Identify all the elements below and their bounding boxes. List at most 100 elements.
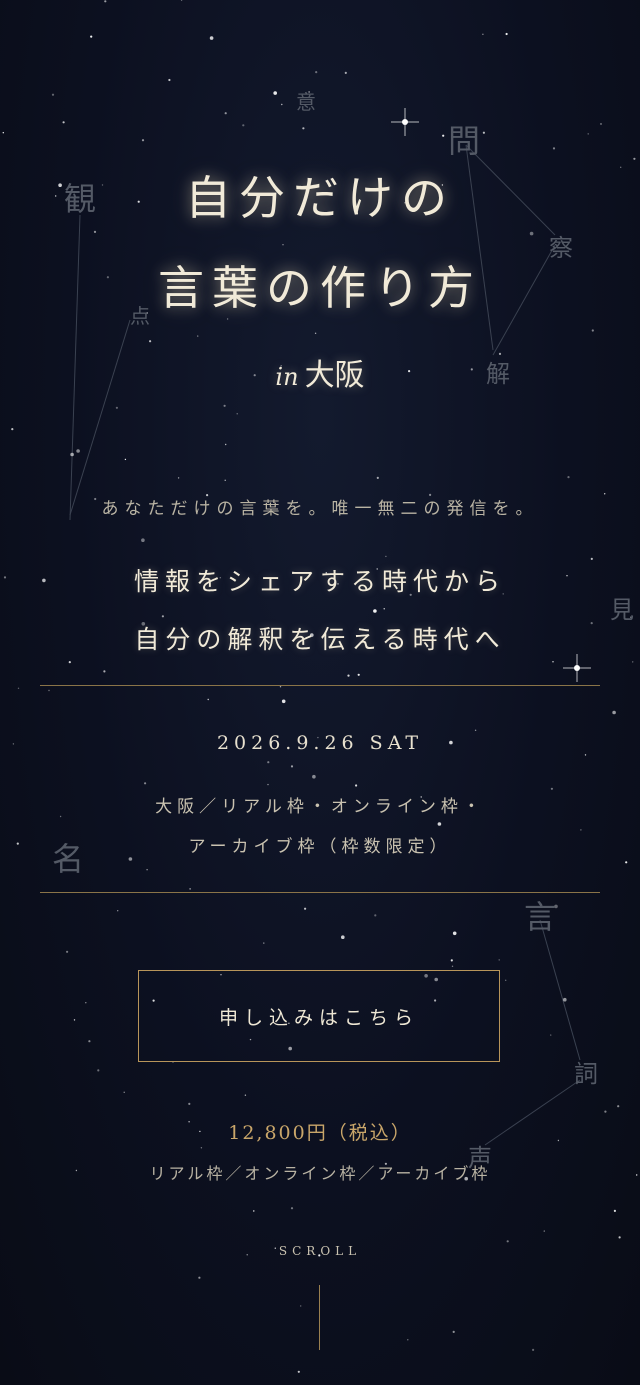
star [315,71,318,74]
star [17,687,20,689]
star [62,121,65,124]
star [124,458,127,461]
star [617,1105,620,1108]
star [90,35,93,38]
star [505,979,507,981]
star [587,133,589,135]
sparkle-star-2 [563,654,591,682]
star [374,914,377,917]
star [498,959,500,961]
star [584,754,587,756]
star [385,555,387,558]
star [11,428,14,431]
event-date: 2026.9.26 SAT [216,732,424,754]
price-note: リアル枠／オンライン枠／アーカイブ枠 [149,1164,491,1183]
star [600,123,602,125]
star [482,131,485,134]
star [141,139,145,142]
star [450,959,453,962]
star [141,538,145,542]
star [2,132,4,134]
star [73,1019,76,1021]
hero-title-line-2: 言葉の作り方 [158,261,482,315]
star [279,686,282,688]
star [355,784,358,787]
star [207,698,209,701]
star [314,332,317,334]
star [437,822,442,826]
star [188,1102,191,1105]
apply-button-label: 申し込みはこちら [218,1006,419,1029]
star [532,1348,535,1351]
star [117,910,119,912]
star [376,476,379,479]
star [633,157,636,160]
star [550,1034,552,1036]
divider-top [40,685,600,686]
star [161,615,164,618]
star [68,661,71,664]
star [567,476,570,479]
star [223,404,226,407]
star [281,103,283,106]
event-venue-line-1: 大阪／リアル枠・オンライン枠・ [155,797,485,817]
star [452,931,457,936]
star [618,1236,621,1239]
kanji-mon: 問 [448,122,481,160]
star [550,787,554,790]
kanji-i: 意 [296,90,316,114]
star [302,127,305,130]
star [632,661,634,663]
star [149,340,152,343]
lead-line-1: 情報をシェアする時代から [133,567,506,596]
star [357,673,360,676]
star [168,78,171,82]
subtitle-prefix: in [275,363,299,391]
star [591,329,594,332]
star [543,1230,545,1232]
star [244,1094,247,1096]
star [552,661,554,663]
star [224,112,227,115]
kanji-gen: 言 [524,898,557,936]
star [344,71,347,74]
star [267,783,269,786]
star [224,479,226,481]
kanji-shi: 詞 [574,1060,598,1088]
star [128,857,133,861]
subtitle-place: 大阪 [304,358,365,393]
star [48,689,50,692]
star [563,997,567,1002]
star [613,1209,617,1212]
star [242,124,245,127]
star [263,942,265,944]
star [474,729,477,731]
star [604,1110,607,1113]
star [590,557,593,561]
tagline: あなただけの言葉を。唯一無二の発信を。 [101,499,539,519]
star [341,935,345,939]
star [300,1305,302,1307]
star [225,443,227,446]
scroll-indicator-line [319,1285,320,1350]
star [267,761,270,764]
star [273,91,278,95]
hero-title-line-1: 自分だけの [185,171,455,225]
star [347,674,350,677]
scroll-indicator-label[interactable]: SCROLL [0,1244,640,1258]
event-venue-line-2: アーカイブ枠（枠数限定） [188,837,452,857]
star [146,869,148,871]
star [552,147,556,150]
star [197,335,199,337]
star [123,1091,125,1094]
star [580,829,582,831]
star [482,33,484,35]
star [103,670,106,673]
star [200,1147,203,1149]
apply-button[interactable]: 申し込みはこちら [138,970,500,1062]
star [144,782,147,785]
star [452,1330,455,1333]
hero-subtitle: in 大阪 [0,350,640,394]
star [76,449,80,453]
star [85,1002,87,1004]
